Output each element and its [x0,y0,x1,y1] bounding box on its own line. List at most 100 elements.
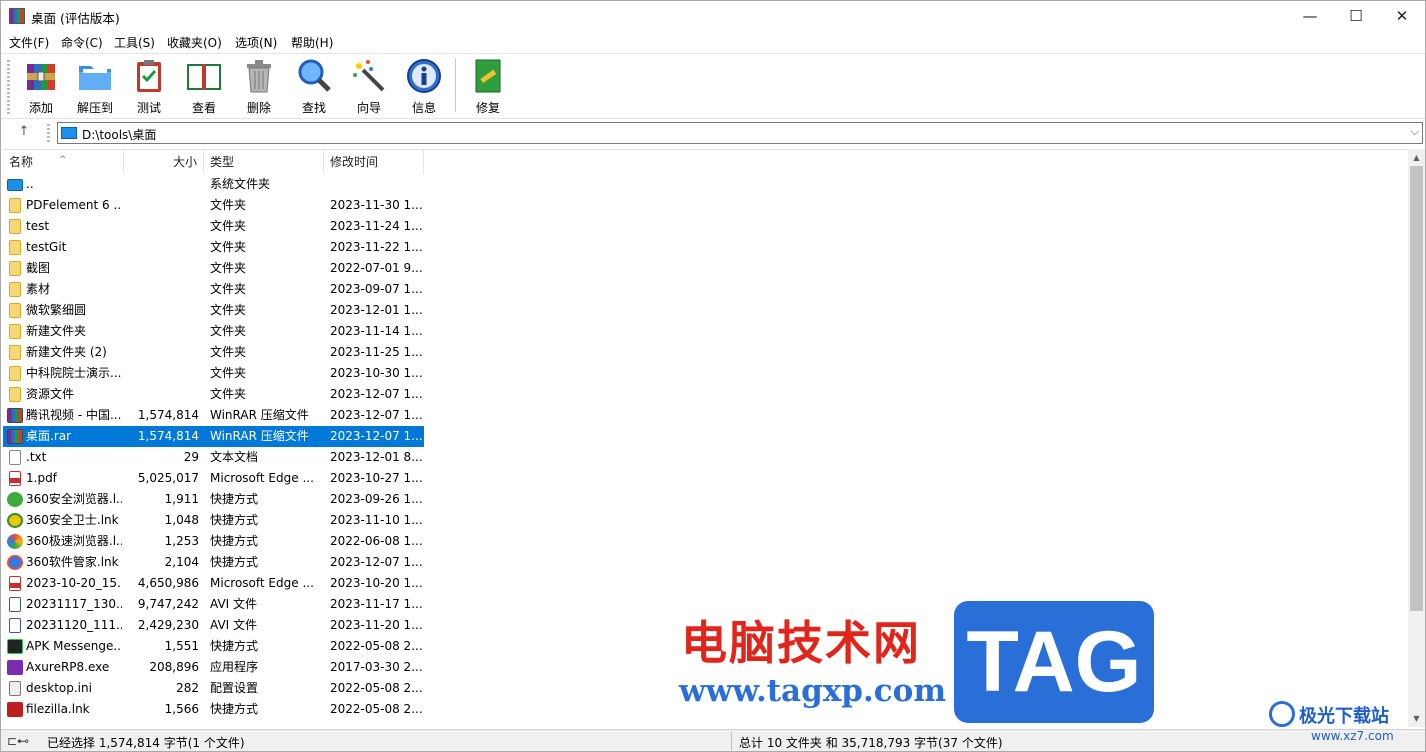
delete-button[interactable]: 删除 [233,58,285,115]
folder-file-icon [9,261,21,276]
toolbar-grip[interactable] [7,60,10,114]
file-size [125,216,199,237]
rar-file-icon [7,408,23,423]
menu-command[interactable]: 命令(C) [61,34,103,51]
title-bar[interactable]: 桌面 (评估版本) — ☐ ✕ [1,1,1425,32]
file-modified: 2017-03-30 2... [330,660,422,674]
table-row[interactable]: desktop.ini 282 配置设置 2022-05-08 2... [3,678,424,699]
table-row[interactable]: 360安全浏览器.l... 1,911 快捷方式 2023-09-26 1... [3,489,424,510]
table-row[interactable]: 1.pdf 5,025,017 Microsoft Edge ... 2023-10-… [3,468,424,489]
menu-tools[interactable]: 工具(S) [114,34,155,51]
address-grip[interactable] [47,124,50,142]
test-button[interactable]: 测试 [123,58,175,115]
column-header-name[interactable]: 名称 ^ [3,150,124,174]
file-modified: 2023-12-01 1... [330,303,422,317]
table-row[interactable]: 2023-10-20_15... 4,650,986 Microsoft Edge … [3,573,424,594]
menu-favorites[interactable]: 收藏夹(O) [167,34,222,51]
scroll-up-arrow-icon[interactable]: ▲ [1408,149,1425,166]
file-size: 1,574,814 [137,429,199,443]
table-row[interactable]: 20231117_130... 9,747,242 AVI 文件 2023-11-17… [3,594,424,615]
file-size [125,384,199,405]
file-size: 1,911 [164,492,199,506]
close-button[interactable]: ✕ [1379,1,1425,32]
table-row[interactable]: 资源文件 文件夹 2023-12-07 1... [3,384,424,405]
vertical-scrollbar[interactable]: ▲ ▼ [1408,149,1425,727]
table-row[interactable]: 腾讯视频 - 中国... 1,574,814 WinRAR 压缩文件 2023-12-… [3,405,424,426]
table-row[interactable]: .. 系统文件夹 [3,174,424,195]
address-dropdown-icon[interactable]: ⌵ [1411,125,1419,139]
status-total: 总计 10 文件夹 和 35,718,793 字节(37 个文件) [739,736,1003,750]
extract-button[interactable]: 解压到 [69,58,121,115]
table-row[interactable]: 桌面.rar 1,574,814 WinRAR 压缩文件 2023-12-07 1..… [3,426,424,447]
table-row[interactable]: testGit 文件夹 2023-11-22 1... [3,237,424,258]
table-row[interactable]: 360软件管家.lnk 2,104 快捷方式 2023-12-07 1... [3,552,424,573]
file-name: 360安全浏览器.l... [26,492,122,506]
table-row[interactable]: filezilla.lnk 1,566 快捷方式 2022-05-08 2... [3,699,424,720]
view-label: 查看 [191,101,216,115]
table-row[interactable]: 微软繁细圆 文件夹 2023-12-01 1... [3,300,424,321]
table-row[interactable]: PDFelement 6 ... 文件夹 2023-11-30 1... [3,195,424,216]
status-selection: 已经选择 1,574,814 字节(1 个文件) [47,736,245,750]
file-modified: 2023-11-20 1... [330,618,422,632]
minimize-button[interactable]: — [1287,1,1333,32]
repair-icon [470,58,506,94]
rar-file-icon [7,429,23,444]
column-name-label: 名称 [9,155,34,169]
test-clipboard-icon [131,58,167,94]
file-size [125,363,199,384]
table-row[interactable]: 新建文件夹 文件夹 2023-11-14 1... [3,321,424,342]
find-button[interactable]: 查找 [288,58,340,115]
scroll-down-arrow-icon[interactable]: ▼ [1408,710,1425,727]
file-modified: 2023-12-07 1... [330,408,422,422]
repair-button[interactable]: 修复 [462,58,514,115]
table-row[interactable]: APK Messenge... 1,551 快捷方式 2022-05-08 2... [3,636,424,657]
menu-file[interactable]: 文件(F) [9,34,49,51]
table-row[interactable]: 截图 文件夹 2022-07-01 9... [3,258,424,279]
file-name: 20231120_111... [26,618,122,632]
file-type: Microsoft Edge ... [210,576,314,590]
file-type: WinRAR 压缩文件 [210,408,309,422]
file-size: 2,429,230 [137,618,199,632]
wizard-button[interactable]: 向导 [343,58,395,115]
add-button[interactable]: 添加 [15,58,67,115]
table-row[interactable]: 20231120_111... 2,429,230 AVI 文件 2023-11-20… [3,615,424,636]
table-row[interactable]: 素材 文件夹 2023-09-07 1... [3,279,424,300]
table-row[interactable]: test 文件夹 2023-11-24 1... [3,216,424,237]
file-name: 新建文件夹 [26,324,87,338]
table-row[interactable]: .txt 29 文本文档 2023-12-01 8... [3,447,424,468]
column-header-size[interactable]: 大小 [124,150,204,174]
file-modified: 2023-11-22 1... [330,240,422,254]
file-modified: 2023-11-30 1... [330,198,422,212]
menu-options[interactable]: 选项(N) [235,34,277,51]
file-modified: 2022-05-08 2... [330,639,422,653]
file-list[interactable]: 名称 ^ 大小 类型 修改时间 .. 系统文件夹 PDFelement 6 ... 文… [3,149,1408,727]
file-name: .txt [26,450,47,464]
file-name: 360软件管家.lnk [26,555,119,569]
maximize-button[interactable]: ☐ [1333,1,1379,32]
ini-file-icon [9,681,21,696]
view-button[interactable]: 查看 [178,58,230,115]
file-type: 快捷方式 [210,513,259,527]
menu-bar: 文件(F) 命令(C) 工具(S) 收藏夹(O) 选项(N) 帮助(H) [1,32,1425,52]
status-drive-key-icon[interactable]: ⊏⊷ [7,734,29,748]
file-name: 20231117_130... [26,597,122,611]
scroll-thumb[interactable] [1410,166,1423,611]
column-header-type[interactable]: 类型 [204,150,324,174]
address-combobox[interactable]: D:\tools\桌面 ⌵ [57,122,1423,144]
column-header-row: 名称 ^ 大小 类型 修改时间 [3,150,424,174]
table-row[interactable]: 360极速浏览器.l... 1,253 快捷方式 2022-06-08 1... [3,531,424,552]
table-row[interactable]: AxureRP8.exe 208,896 应用程序 2017-03-30 2... [3,657,424,678]
table-row[interactable]: 360安全卫士.lnk 1,048 快捷方式 2023-11-10 1... [3,510,424,531]
file-modified: 2022-07-01 9... [330,261,422,275]
column-header-modified[interactable]: 修改时间 [324,150,424,174]
file-type: 文本文档 [210,450,259,464]
menu-help[interactable]: 帮助(H) [291,34,333,51]
avi-file-icon [9,597,21,612]
info-button[interactable]: 信息 [398,58,450,115]
up-folder-button[interactable]: ↑ [15,123,33,141]
table-row[interactable]: 中科院院士演示... 文件夹 2023-10-30 1... [3,363,424,384]
trash-icon [241,58,277,94]
file-type: 配置设置 [210,681,259,695]
winrar-app-icon[interactable] [9,8,25,24]
table-row[interactable]: 新建文件夹 (2) 文件夹 2023-11-25 1... [3,342,424,363]
